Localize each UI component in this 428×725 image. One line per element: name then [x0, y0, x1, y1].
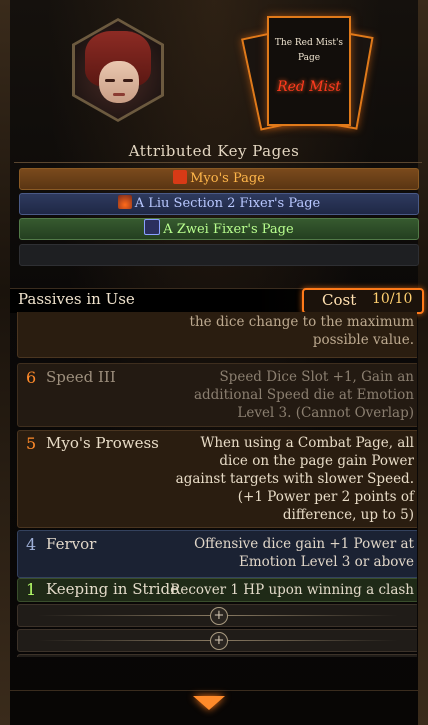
- attributed-page-myo[interactable]: Myo's Page: [19, 168, 419, 190]
- passive-cost: 4: [26, 535, 37, 554]
- passives-title: Passives in Use: [18, 290, 135, 308]
- attributed-page-liu[interactable]: A Liu Section 2 Fixer's Page: [19, 193, 419, 215]
- passive-cost: 6: [26, 368, 37, 387]
- frame-border-left: [0, 0, 10, 725]
- portrait-eye: [123, 79, 133, 82]
- attributed-title: Attributed Key Pages: [128, 142, 300, 160]
- passive-name: Keeping in Stride: [46, 580, 179, 598]
- empty-passive-slot[interactable]: [17, 654, 417, 657]
- flame-icon: [117, 195, 132, 209]
- attributed-page-label: A Liu Section 2 Fixer's Page: [134, 196, 321, 211]
- passive-row[interactable]: 1 Keeping in Stride Recover 1 HP upon wi…: [17, 578, 417, 602]
- cost-label: Cost: [322, 291, 357, 309]
- passive-description: Offensive dice gain +1 Power at Emotion …: [194, 536, 414, 570]
- passive-description: lowest value, the speed value of the dic…: [189, 314, 414, 348]
- key-page-card[interactable]: The Red Mist's Page Red Mist: [267, 16, 351, 126]
- passive-name: Myo's Prowess: [46, 434, 159, 452]
- book-icon: [144, 219, 161, 235]
- frame-border-right: [418, 0, 428, 725]
- portrait-mouth: [113, 93, 125, 96]
- passive-description: Recover 1 HP upon winning a clash: [170, 582, 414, 598]
- empty-passive-slot[interactable]: +: [17, 604, 417, 627]
- passive-cost: 5: [26, 434, 37, 453]
- passive-row[interactable]: 5 Myo's Prowess When using a Combat Page…: [17, 430, 417, 528]
- add-passive-icon[interactable]: +: [210, 607, 228, 625]
- passive-cost: 1: [26, 580, 37, 599]
- bottom-divider: [10, 690, 418, 691]
- attributed-page-label: Myo's Page: [190, 171, 265, 186]
- passive-name: Speed III: [46, 368, 116, 386]
- red-mark-icon: [173, 170, 188, 184]
- attributed-page-label: A Zwei Fixer's Page: [163, 222, 294, 237]
- passive-list[interactable]: lowest value, the speed value of the dic…: [17, 312, 417, 657]
- passive-row[interactable]: 4 Fervor Offensive dice gain +1 Power at…: [17, 530, 417, 578]
- attributed-page-empty-slot[interactable]: [19, 244, 419, 266]
- cost-value: 10/10: [372, 291, 413, 307]
- passive-description: When using a Combat Page, all dice on th…: [175, 435, 414, 523]
- scroll-down-arrow-icon[interactable]: [193, 696, 225, 710]
- empty-passive-slot[interactable]: +: [17, 629, 417, 652]
- portrait-art: [75, 21, 161, 119]
- passive-row[interactable]: lowest value, the speed value of the dic…: [17, 312, 417, 358]
- portrait-eye: [105, 79, 115, 82]
- key-page-title: The Red Mist's Page: [274, 38, 344, 63]
- key-page-logo: Red Mist: [277, 79, 341, 95]
- passive-row[interactable]: 6 Speed III Speed Dice Slot +1, Gain an …: [17, 363, 417, 427]
- portrait-face: [99, 61, 139, 103]
- attributed-page-zwei[interactable]: A Zwei Fixer's Page: [19, 218, 419, 240]
- add-passive-icon[interactable]: +: [210, 632, 228, 650]
- passive-name: Fervor: [46, 535, 97, 553]
- passive-description: Speed Dice Slot +1, Gain an additional S…: [193, 369, 414, 421]
